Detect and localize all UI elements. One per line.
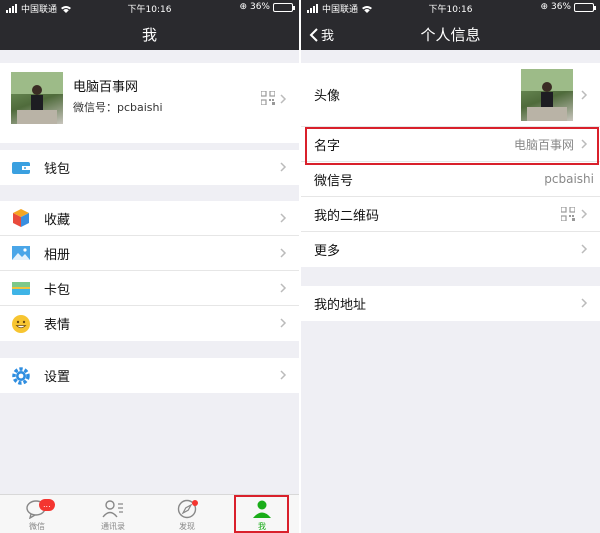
navigation-bar: 我 个人信息	[301, 16, 600, 50]
tab-label: 通讯录	[101, 522, 125, 531]
row-value: pcbaishi	[544, 172, 594, 186]
notification-dot	[192, 500, 198, 506]
menu-item-favorites[interactable]: 收藏	[0, 201, 299, 236]
menu-item-label: 钱包	[44, 162, 71, 177]
battery-icon	[574, 2, 596, 12]
battery-percent: 36%	[550, 2, 571, 12]
menu-item-label: 相册	[44, 247, 71, 263]
tab-label: 微信	[29, 522, 45, 531]
battery-percent: 36%	[249, 2, 270, 12]
row-more[interactable]: 更多	[301, 232, 600, 267]
unread-badge: ...	[39, 499, 55, 511]
menu-item-settings[interactable]: 设置	[0, 358, 299, 393]
avatar	[521, 69, 573, 121]
highlight-box	[305, 127, 599, 165]
profile-card[interactable]: 电脑百事网 微信号：pcbaishi	[0, 63, 299, 143]
menu-item-stickers[interactable]: 表情	[0, 306, 299, 341]
avatar	[11, 72, 63, 124]
page-title: 个人信息	[420, 26, 481, 44]
contacts-icon	[102, 500, 123, 518]
row-qr-code[interactable]: 我的二维码	[301, 197, 600, 232]
menu-item-album[interactable]: 相册	[0, 236, 299, 271]
chevron-right-icon	[280, 248, 287, 258]
navigation-bar: 我	[0, 16, 299, 50]
menu-item-label: 表情	[44, 318, 71, 333]
tab-discover[interactable]: 发现	[162, 499, 212, 532]
chevron-right-icon	[581, 244, 588, 254]
chevron-right-icon	[581, 90, 588, 100]
chevron-right-icon	[280, 283, 287, 293]
profile-info-screen: 中国联通 下午10:16 ⊕ 36% 我 个人信息 头像 名字 电脑百事网 微信…	[301, 0, 600, 533]
chevron-right-icon	[280, 162, 287, 172]
row-label: 微信号	[314, 173, 354, 189]
me-screen: 中国联通 下午10:16 ⊕ 36% 我 电脑百事网 微信号：pcbaishi …	[0, 0, 299, 533]
tab-chats[interactable]: ... 微信	[12, 499, 62, 532]
highlight-box	[234, 495, 289, 533]
rotation-lock-icon: ⊕	[239, 2, 247, 12]
battery-icon	[273, 2, 295, 12]
qr-code-icon	[561, 207, 575, 221]
wechat-id: 微信号：pcbaishi	[73, 101, 163, 114]
qr-code-icon[interactable]	[261, 91, 275, 105]
row-label: 头像	[314, 89, 341, 104]
row-label: 更多	[314, 244, 341, 259]
row-wechat-id: 微信号 pcbaishi	[301, 162, 600, 197]
row-label: 我的地址	[314, 298, 367, 313]
rotation-lock-icon: ⊕	[540, 2, 548, 12]
chevron-right-icon	[280, 94, 287, 104]
menu-item-label: 收藏	[44, 212, 71, 228]
menu-item-label: 卡包	[44, 282, 71, 298]
favorites-cube-icon	[13, 209, 29, 227]
chevron-right-icon	[280, 213, 287, 223]
chevron-right-icon	[581, 209, 588, 219]
profile-name: 电脑百事网	[73, 80, 139, 95]
tab-contacts[interactable]: 通讯录	[88, 499, 138, 532]
menu-item-label: 设置	[44, 370, 71, 385]
menu-item-wallet[interactable]: 钱包	[0, 150, 299, 185]
card-wallet-icon	[12, 282, 30, 295]
chevron-right-icon	[581, 298, 588, 308]
gear-icon	[12, 366, 30, 385]
page-title: 我	[141, 26, 157, 44]
chevron-right-icon	[280, 318, 287, 328]
wallet-icon	[12, 161, 30, 174]
tab-label: 发现	[179, 522, 195, 531]
menu-item-card-wallet[interactable]: 卡包	[0, 271, 299, 306]
row-avatar[interactable]: 头像	[301, 63, 600, 127]
status-bar: 中国联通 下午10:16 ⊕ 36%	[0, 0, 299, 16]
smiley-icon	[12, 314, 30, 333]
photo-album-icon	[12, 246, 30, 260]
status-bar: 中国联通 下午10:16 ⊕ 36%	[301, 0, 600, 16]
row-my-address[interactable]: 我的地址	[301, 286, 600, 321]
row-label: 我的二维码	[314, 208, 380, 224]
chevron-right-icon	[280, 370, 287, 380]
